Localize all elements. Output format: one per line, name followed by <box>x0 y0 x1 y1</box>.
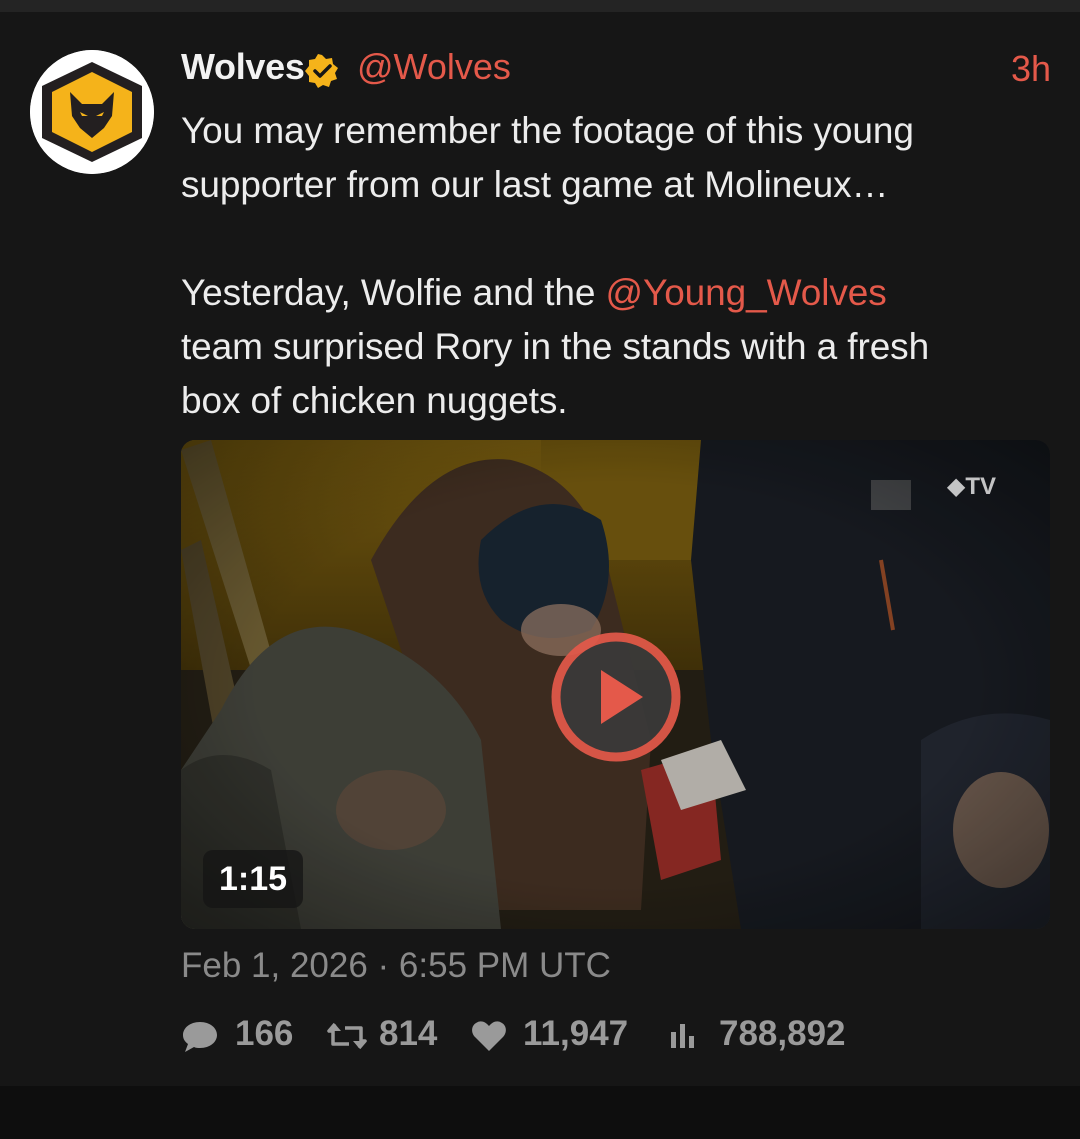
tweet-text-segment: Yesterday, Wolfie and the <box>181 272 606 313</box>
video-duration: 1:15 <box>203 850 304 908</box>
like-stat[interactable]: 11,947 <box>471 1012 641 1060</box>
channel-watermark: ◆TV <box>947 472 996 501</box>
tweet-text: You may remember the footage of this you… <box>181 104 1051 428</box>
tweet-line: box of chicken nuggets. <box>181 380 568 421</box>
like-count: 11,947 <box>523 1014 629 1053</box>
play-icon[interactable] <box>551 632 681 762</box>
tweet-line: team surprised Rory in the stands with a… <box>181 326 930 367</box>
display-name[interactable]: Wolves <box>181 46 305 88</box>
views-chart-icon <box>671 1024 694 1048</box>
video-player[interactable]: ◆TV 1:15 <box>181 440 1050 929</box>
retweet-stat[interactable]: 814 <box>327 1012 447 1060</box>
handle[interactable]: @Wolves <box>357 46 511 88</box>
reply-count: 166 <box>235 1014 294 1053</box>
tweet-line: Yesterday, Wolfie and the @Young_Wolves <box>181 266 1051 320</box>
views-stat[interactable]: 788,892 <box>669 1012 869 1060</box>
tweet-stats: 166 814 11,947 788,892 <box>181 1012 1051 1060</box>
verified-badge-icon <box>305 54 338 88</box>
avatar[interactable] <box>30 50 154 174</box>
timestamp-relative[interactable]: 3h <box>1011 48 1051 90</box>
tweet-line: supporter from our last game at Molineux… <box>181 164 889 205</box>
reply-stat[interactable]: 166 <box>181 1012 301 1060</box>
tweet-header: Wolves @Wolves 3h <box>181 44 1051 92</box>
wolves-logo-icon <box>30 50 154 174</box>
retweet-count: 814 <box>379 1014 438 1053</box>
watermark-text: TV <box>965 473 996 500</box>
mention-link[interactable]: @Young_Wolves <box>606 272 887 313</box>
views-count: 788,892 <box>719 1014 846 1053</box>
reply-icon <box>183 1022 217 1052</box>
bottom-area <box>0 1086 1080 1139</box>
wolf-head-icon: ◆ <box>946 473 966 500</box>
heart-icon <box>472 1021 506 1051</box>
tweet-date[interactable]: Feb 1, 2026 · 6:55 PM UTC <box>181 946 611 986</box>
tweet-line: You may remember the footage of this you… <box>181 110 914 151</box>
retweet-icon <box>327 1022 367 1050</box>
top-separator <box>0 0 1080 12</box>
